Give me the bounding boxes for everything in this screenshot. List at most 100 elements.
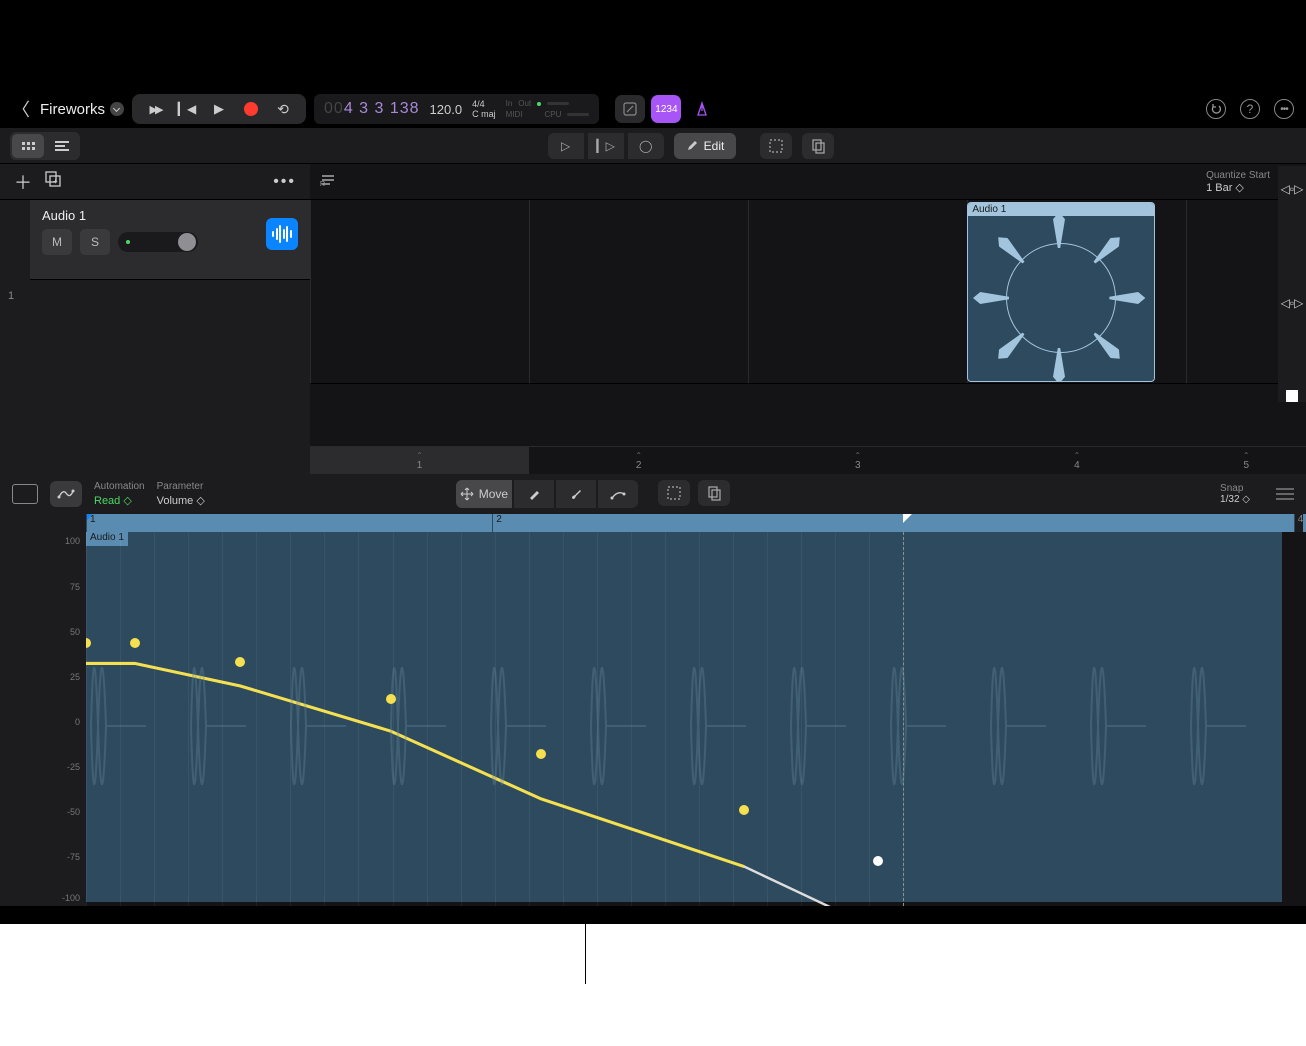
slider-knob[interactable] [178,233,196,251]
automation-label: Automation [94,481,145,492]
metronome-button[interactable] [687,95,717,123]
grid-view-button[interactable] [12,134,44,158]
audio-region[interactable]: Audio 1 [967,202,1155,382]
selection-tool-button[interactable] [760,133,792,159]
tuner-icon [622,101,638,117]
tracks-area: ＋ + ••• 1 Audio 1 M S [0,164,1306,474]
preview-play-button[interactable]: ▷ [548,133,584,159]
marquee-icon [666,485,682,501]
pencil-tool-button[interactable] [514,480,554,508]
play-button[interactable] [210,100,228,118]
signal-indicator-icon [126,240,130,244]
copy-tool-button-2[interactable] [698,480,730,506]
chevron-up-icon: ⌃ [1074,451,1081,460]
automation-curve-icon [57,487,75,501]
scale-tick: -100 [62,893,80,903]
automation-mode-select[interactable]: Read ◇ [94,494,145,507]
tuner-button[interactable] [615,95,645,123]
region-lane[interactable]: Audio 1 [310,200,1306,384]
svg-text:+: + [53,177,58,186]
brush-tool-button[interactable] [556,480,596,508]
automation-canvas[interactable]: 1 2 4 Audio 1 [86,514,1306,906]
automation-view-button[interactable] [50,481,82,507]
grid-icon [22,142,35,150]
back-button[interactable]: 〈 [12,96,30,122]
solo-button[interactable]: S [80,229,110,255]
edit-label: Edit [704,139,725,153]
catch-button[interactable] [12,484,38,504]
track-headers: ＋ + ••• 1 Audio 1 M S [0,164,310,474]
lcd-display[interactable]: 004 3 3 138 120.0 4/4 C maj InOut MIDICP… [314,94,599,124]
pencil-icon [686,140,698,152]
waveform-transient [1086,546,1146,906]
pencil-icon [528,488,540,500]
bar-number: 2 [636,460,642,471]
quantize-value[interactable]: 1 Bar ◇ [1206,181,1270,194]
automation-point[interactable] [873,856,883,866]
bar-number: 1 [417,460,423,471]
loop-record-button[interactable]: ◯ [628,133,664,159]
lcd-key[interactable]: C maj [472,109,496,119]
automation-scale: 100 75 50 25 0 -25 -50 -75 -100 [0,514,86,906]
automation-point[interactable] [739,805,749,815]
track-type-icon[interactable] [266,218,298,250]
out-meter [547,102,569,105]
undo-button[interactable] [1206,99,1226,119]
stop-button[interactable] [1286,390,1298,402]
automation-editor: Automation Read ◇ Parameter Volume ◇ Mov… [0,474,1306,906]
volume-slider[interactable] [118,232,198,252]
automation-point[interactable] [130,638,140,648]
automation-ruler[interactable]: 1 2 4 [86,514,1306,532]
scale-tick: 50 [70,627,80,637]
chevron-up-icon: ⌃ [1243,451,1250,460]
curve-icon [610,488,626,500]
signal-dot-icon [537,102,541,106]
bar-ruler[interactable]: ⌃1 ⌃2 ⌃3 ⌃4 ⌃5 [310,446,1306,474]
fast-forward-button[interactable] [146,100,164,118]
parameter-select[interactable]: Volume ◇ [157,494,205,507]
more-options-button[interactable]: ••• [1274,99,1294,119]
display-mode-button[interactable]: 1234 [651,95,681,123]
snap-label: Snap [1220,483,1243,494]
selection-tool-button-2[interactable] [658,480,690,506]
track-more-button[interactable]: ••• [273,173,296,191]
timeline-area[interactable]: R Quantize Start 1 Bar ◇ Audio 1 [310,164,1306,474]
drag-handle-icon[interactable] [1276,488,1294,500]
curve-tool-button[interactable] [598,480,638,508]
record-button[interactable] [242,100,260,118]
lcd-time-signature[interactable]: 4/4 [472,99,496,109]
track-header-row[interactable]: Audio 1 M S [30,200,310,280]
mixer-view-button[interactable] [46,134,78,158]
edit-button[interactable]: Edit [674,133,737,159]
chevron-down-icon[interactable] [110,102,124,116]
transport-controls: ⟲ [132,94,306,124]
play-from-selection-button[interactable]: ▎▷ [588,133,624,159]
grid-line [665,532,666,906]
project-title[interactable]: Fireworks [40,101,124,118]
scale-tick: 0 [75,717,80,727]
cycle-button[interactable]: ⟲ [274,100,292,118]
bar-number: 3 [855,460,861,471]
list-markers-button[interactable]: R [320,173,336,190]
horizontal-zoom-button[interactable]: ◁▫▷ [1281,182,1304,196]
mute-button[interactable]: M [42,229,72,255]
track-name[interactable]: Audio 1 [42,208,298,223]
help-button[interactable]: ? [1240,99,1260,119]
copy-tool-button[interactable] [802,133,834,159]
move-label: Move [479,487,508,501]
automation-point[interactable] [536,749,546,759]
waveform-transient [186,546,246,906]
horizontal-zoom-button-2[interactable]: ◁▫▷ [1281,296,1304,310]
playhead-end-icon[interactable] [903,514,912,532]
lcd-cpu-label: CPU [545,110,562,119]
duplicate-track-button[interactable]: + [44,170,62,193]
bar-number: 5 [1243,460,1249,471]
automation-point[interactable] [386,694,396,704]
lcd-tempo[interactable]: 120.0 [430,102,463,117]
automation-point[interactable] [235,657,245,667]
snap-value-select[interactable]: 1/32 ◇ [1220,494,1250,505]
add-track-button[interactable]: ＋ [14,169,32,195]
go-to-start-button[interactable] [178,100,196,118]
move-tool-button[interactable]: Move [456,480,512,508]
chevron-up-icon: ⌃ [416,451,423,460]
